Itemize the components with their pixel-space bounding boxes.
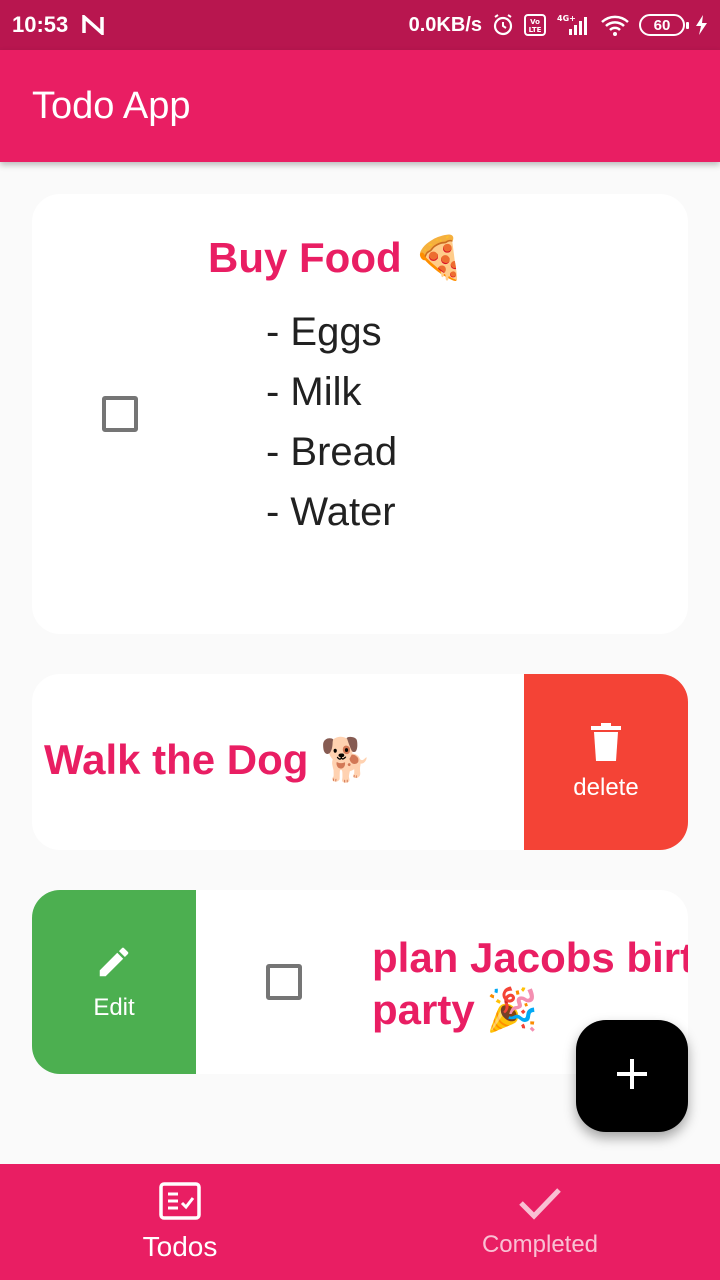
nav-label-todos: Todos [142,1230,218,1262]
alarm-icon [491,13,515,37]
todo-body-line: - Eggs [266,310,382,354]
svg-text:LTE: LTE [529,26,542,34]
battery-icon: 60 [639,14,689,36]
edit-label: Edit [93,993,135,1021]
status-time: 10:53 [12,12,69,37]
todo-body: - Eggs - Milk - Bread - Water [266,302,397,542]
todo-title: Walk the Dog 🐕 [44,736,373,783]
app-bar: Todo App [0,50,720,162]
app-title: Todo App [32,84,191,127]
notification-n-icon [82,15,105,35]
todo-body-line: - Water [266,490,396,534]
check-icon [518,1186,562,1225]
pencil-icon [95,943,133,986]
todo-card[interactable]: Walk the Dog 🐕 delete [32,674,688,850]
todo-checkbox[interactable] [102,396,138,432]
todo-card[interactable]: Buy Food 🍕 - Eggs - Milk - Bread - Water [32,194,688,634]
todo-checkbox[interactable] [266,964,302,1000]
nav-item-todos[interactable]: Todos [0,1164,360,1280]
svg-text:Vo: Vo [530,18,540,26]
bottom-nav: Todos Completed [0,1164,720,1280]
nav-item-completed[interactable]: Completed [360,1164,720,1280]
svg-text:4G+: 4G+ [557,14,576,23]
edit-button[interactable]: Edit [32,890,196,1074]
plus-icon [617,1058,647,1094]
wifi-icon [600,13,630,37]
delete-button[interactable]: delete [524,674,688,850]
todo-body-line: - Bread [266,430,398,474]
delete-label: delete [573,773,639,801]
todo-body-line: - Milk [266,370,362,414]
network-speed: 0.0KB/s [408,13,482,36]
volte-icon: Vo LTE [524,14,546,36]
trash-icon [591,722,621,766]
todo-title: Buy Food 🍕 [208,234,466,281]
nav-label-completed: Completed [481,1230,599,1258]
signal-icon: 4G+ [555,13,591,37]
todo-title-line: plan Jacobs birt [372,934,688,981]
todo-list-icon [159,1181,201,1225]
add-todo-button[interactable] [576,1020,688,1132]
charging-icon [694,14,708,36]
status-bar: 10:53 0.0KB/s Vo LTE 4G+ 60 [0,0,720,50]
